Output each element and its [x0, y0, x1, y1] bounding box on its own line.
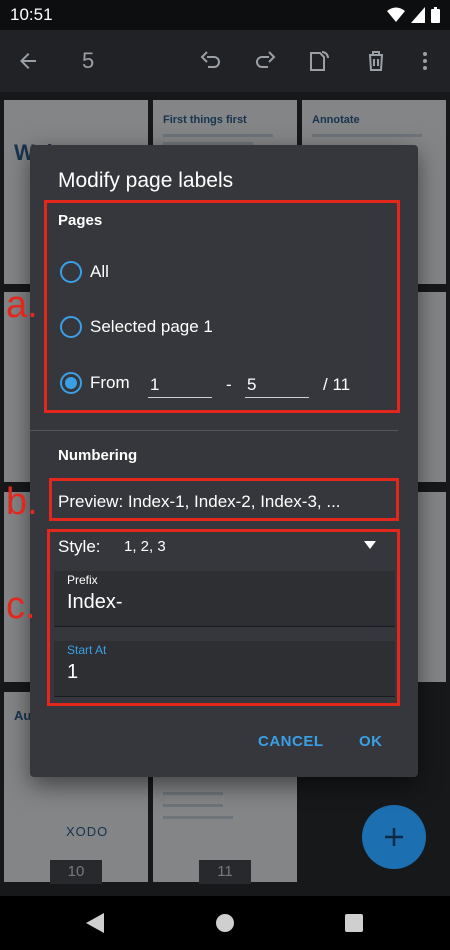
status-icons: [387, 7, 440, 23]
undo-icon[interactable]: [199, 49, 223, 73]
cancel-button[interactable]: CANCEL: [258, 733, 324, 750]
annotation-box-a: [44, 200, 400, 413]
system-nav-bar: [0, 896, 450, 950]
numbering-section-label: Numbering: [58, 447, 138, 464]
page-count: 5: [82, 48, 95, 73]
back-nav-icon[interactable]: [86, 913, 104, 933]
annotation-label-b: b.: [6, 481, 38, 523]
rotate-page-icon[interactable]: [307, 49, 331, 73]
annotation-label-a: a.: [6, 284, 38, 326]
annotation-box-c: [47, 529, 400, 706]
signal-icon: [411, 7, 425, 23]
add-fab-button[interactable]: [362, 805, 426, 869]
dialog-title: Modify page labels: [58, 169, 234, 192]
battery-icon: [431, 7, 440, 23]
annotation-label-c: c.: [6, 585, 36, 627]
back-arrow-icon[interactable]: [16, 49, 40, 73]
wifi-icon: [387, 7, 405, 22]
status-bar: 10:51: [0, 0, 450, 30]
app-bar: 5: [0, 30, 450, 92]
delete-icon[interactable]: [364, 49, 388, 73]
plus-icon: [385, 828, 403, 846]
home-nav-icon[interactable]: [216, 914, 234, 932]
status-time: 10:51: [10, 5, 53, 24]
recents-nav-icon[interactable]: [345, 914, 363, 932]
ok-button[interactable]: OK: [359, 733, 383, 750]
more-menu-icon[interactable]: [413, 49, 437, 73]
section-divider: [30, 430, 398, 431]
redo-icon[interactable]: [253, 49, 277, 73]
annotation-box-b: [49, 478, 399, 521]
